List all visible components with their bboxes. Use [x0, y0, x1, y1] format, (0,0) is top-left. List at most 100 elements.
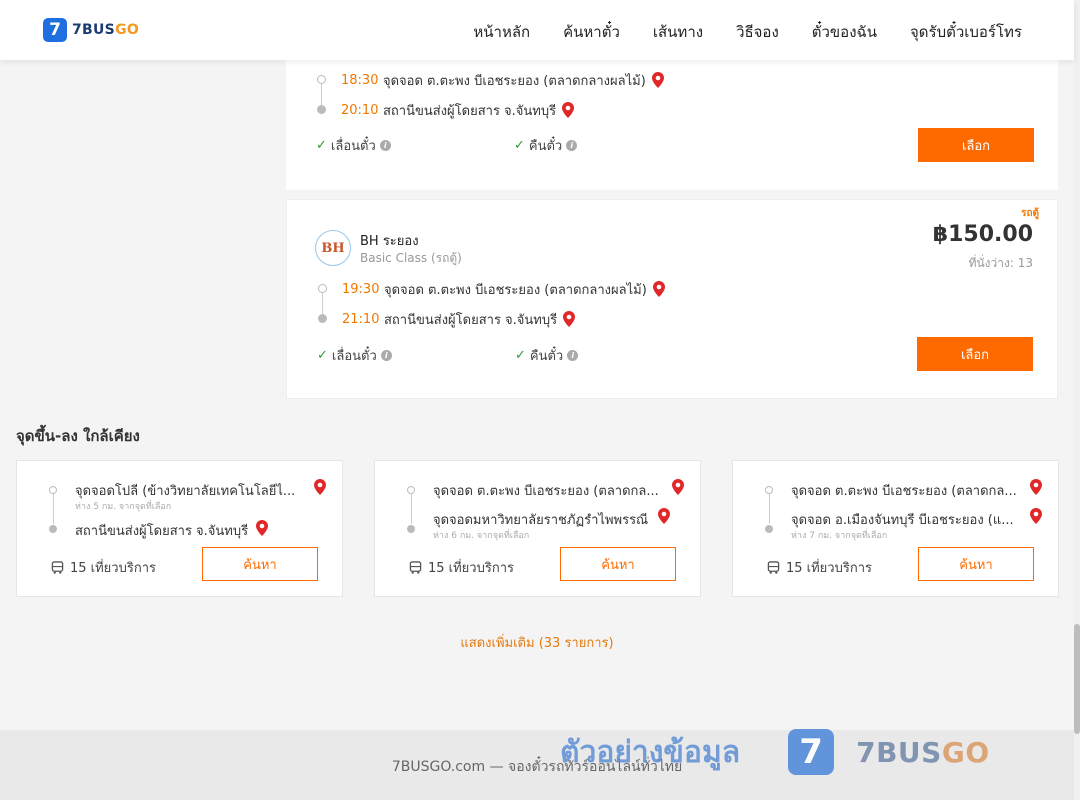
nav-routes[interactable]: เส้นทาง — [653, 20, 703, 44]
route-line — [769, 494, 770, 524]
perk-refund-label: คืนตั๋ว — [529, 349, 564, 364]
nearby-from: จุดจอด ต.ตะพง บีเอชระยอง (ตลาดกล... — [791, 484, 1017, 499]
trip-perks: ✓ เลื่อนตั๋ว i ✓ คืนตั๋ว i — [317, 345, 713, 366]
check-icon: ✓ — [515, 348, 526, 363]
bus-icon — [51, 561, 64, 574]
footer-text: 7BUSGO.com — จองตั๋วรถทัวร์ออนไลน์ทั่วไท… — [391, 759, 683, 775]
search-button[interactable]: ค้นหา — [560, 547, 676, 581]
logo-mark: 7 — [43, 18, 67, 42]
pin-icon[interactable] — [1030, 508, 1042, 524]
arrive-row: 20:10 สถานีขนส่งผู้โดยสาร จ.จันทบุรี — [316, 95, 664, 125]
site-logo[interactable]: 7 7BUSGO — [43, 18, 139, 42]
trip-card: 18:30 จุดจอด ต.ตะพง บีเอชระยอง (ตลาดกลาง… — [286, 40, 1058, 190]
nav-ticket-points[interactable]: จุดรับตั๋วเบอร์โทร — [910, 20, 1022, 44]
check-icon: ✓ — [317, 348, 328, 363]
info-icon[interactable]: i — [380, 350, 392, 361]
pin-icon[interactable] — [562, 102, 575, 118]
to-dot — [407, 525, 415, 533]
nav-my-tickets[interactable]: ตั๋วของฉัน — [812, 20, 877, 44]
select-button[interactable]: เลือก — [917, 337, 1033, 371]
from-dot — [765, 486, 773, 494]
arrive-stop: สถานีขนส่งผู้โดยสาร จ.จันทบุรี — [384, 312, 558, 328]
nav-search-tickets[interactable]: ค้นหาตั๋ว — [563, 20, 620, 44]
nav-how-to-book[interactable]: วิธีจอง — [736, 20, 779, 44]
perk-refund: ✓ คืนตั๋ว i — [514, 135, 712, 156]
depart-stop: จุดจอด ต.ตะพง บีเอชระยอง (ตลาดกลางผลไม้) — [384, 282, 647, 298]
trip-count-label: 15 เที่ยวบริการ — [428, 561, 514, 576]
perk-refund-label: คืนตั๋ว — [528, 139, 563, 154]
seats-available: ที่นั่งว่าง: 13 — [968, 256, 1033, 270]
depart-dot — [317, 75, 326, 84]
trip-count-label: 15 เที่ยวบริการ — [70, 561, 156, 576]
info-icon[interactable]: i — [567, 350, 579, 361]
trip-count-label: 15 เที่ยวบริการ — [786, 561, 872, 576]
arrive-dot — [318, 314, 327, 323]
trip-count: 15 เที่ยวบริการ — [767, 557, 872, 578]
distance-note: ห่าง 7 กม. จากจุดที่เลือก — [791, 531, 888, 541]
trip-perks: ✓ เลื่อนตั๋ว i ✓ คืนตั๋ว i — [316, 135, 712, 156]
service-class: Basic Class (รถตู้) — [360, 251, 462, 265]
trip-stops: 18:30 จุดจอด ต.ตะพง บีเอชระยอง (ตลาดกลาง… — [316, 65, 664, 125]
pin-icon[interactable] — [652, 281, 665, 297]
pin-icon[interactable] — [672, 479, 684, 495]
pin-icon[interactable] — [314, 479, 326, 495]
trip-count: 15 เที่ยวบริการ — [51, 557, 156, 578]
nearby-to: สถานีขนส่งผู้โดยสาร จ.จันทบุรี — [75, 524, 249, 539]
footer: 7BUSGO.com — จองตั๋วรถทัวร์ออนไลน์ทั่วไท… — [0, 730, 1074, 800]
from-dot — [49, 486, 57, 494]
depart-time: 18:30 — [341, 72, 379, 88]
from-dot — [407, 486, 415, 494]
nav-home[interactable]: หน้าหลัก — [473, 20, 530, 44]
arrive-row: 21:10 สถานีขนส่งผู้โดยสาร จ.จันทบุรี — [317, 304, 665, 334]
to-dot — [765, 525, 773, 533]
pin-icon[interactable] — [563, 311, 576, 327]
nearby-card: จุดจอด ต.ตะพง บีเอชระยอง (ตลาดกล... จุดจ… — [374, 460, 701, 597]
bus-icon — [409, 561, 422, 574]
check-icon: ✓ — [514, 138, 525, 153]
scrollbar-thumb[interactable] — [1074, 624, 1080, 734]
show-more-link[interactable]: แสดงเพิ่มเติม (33 รายการ) — [0, 632, 1074, 653]
operator-name: BH ระยอง — [360, 234, 419, 249]
pin-icon[interactable] — [658, 508, 670, 524]
pin-icon[interactable] — [1030, 479, 1042, 495]
perk-change: ✓ เลื่อนตั๋ว i — [316, 135, 514, 156]
search-button[interactable]: ค้นหา — [202, 547, 318, 581]
check-icon: ✓ — [316, 138, 327, 153]
nearby-card: จุดจอด ต.ตะพง บีเอชระยอง (ตลาดกล... จุดจ… — [732, 460, 1059, 597]
nearby-to: จุดจอด อ.เมืองจันทบุรี บีเอชระยอง (แ... — [791, 513, 1014, 528]
perk-change: ✓ เลื่อนตั๋ว i — [317, 345, 515, 366]
depart-dot — [318, 284, 327, 293]
nearby-title: จุดขึ้น-ลง ใกล้เคียง — [16, 427, 140, 445]
route-line — [53, 494, 54, 524]
nearby-from: จุดจอดโปลี (ข้างวิทยาลัยเทคโนโลยีไ... — [75, 484, 296, 499]
nearby-card: จุดจอดโปลี (ข้างวิทยาลัยเทคโนโลยีไ... ห่… — [16, 460, 343, 597]
trip-card: รถตู้ BH BH ระยอง Basic Class (รถตู้) ฿1… — [286, 199, 1058, 399]
logo-text: 7BUSGO — [72, 22, 140, 38]
depart-row: 19:30 จุดจอด ต.ตะพง บีเอชระยอง (ตลาดกลาง… — [317, 274, 665, 314]
trip-stops: 19:30 จุดจอด ต.ตะพง บีเอชระยอง (ตลาดกลาง… — [317, 274, 665, 334]
to-dot — [49, 525, 57, 533]
operator-logo: BH — [315, 230, 351, 266]
route-line — [411, 494, 412, 524]
search-button[interactable]: ค้นหา — [918, 547, 1034, 581]
arrive-dot — [317, 105, 326, 114]
vehicle-tag: รถตู้ — [1021, 208, 1039, 219]
nearby-from: จุดจอด ต.ตะพง บีเอชระยอง (ตลาดกล... — [433, 484, 659, 499]
nearby-to: จุดจอดมหาวิทยาลัยราชภัฏรำไพพรรณี — [433, 513, 649, 528]
top-header: 7 7BUSGO หน้าหลัก ค้นหาตั๋ว เส้นทาง วิธี… — [0, 0, 1074, 60]
perk-refund: ✓ คืนตั๋ว i — [515, 345, 713, 366]
arrive-time: 21:10 — [342, 311, 380, 327]
arrive-time: 20:10 — [341, 102, 379, 118]
distance-note: ห่าง 6 กม. จากจุดที่เลือก — [433, 531, 530, 541]
depart-row: 18:30 จุดจอด ต.ตะพง บีเอชระยอง (ตลาดกลาง… — [316, 65, 664, 105]
pin-icon[interactable] — [651, 72, 664, 88]
bus-icon — [767, 561, 780, 574]
pin-icon[interactable] — [256, 520, 268, 536]
main-nav: หน้าหลัก ค้นหาตั๋ว เส้นทาง วิธีจอง ตั๋วข… — [473, 20, 1022, 44]
select-button[interactable]: เลือก — [918, 128, 1034, 162]
perk-change-label: เลื่อนตั๋ว — [330, 139, 376, 154]
perk-change-label: เลื่อนตั๋ว — [331, 349, 377, 364]
info-icon[interactable]: i — [379, 140, 391, 151]
info-icon[interactable]: i — [566, 140, 578, 151]
ticket-price: ฿150.00 — [932, 222, 1033, 247]
